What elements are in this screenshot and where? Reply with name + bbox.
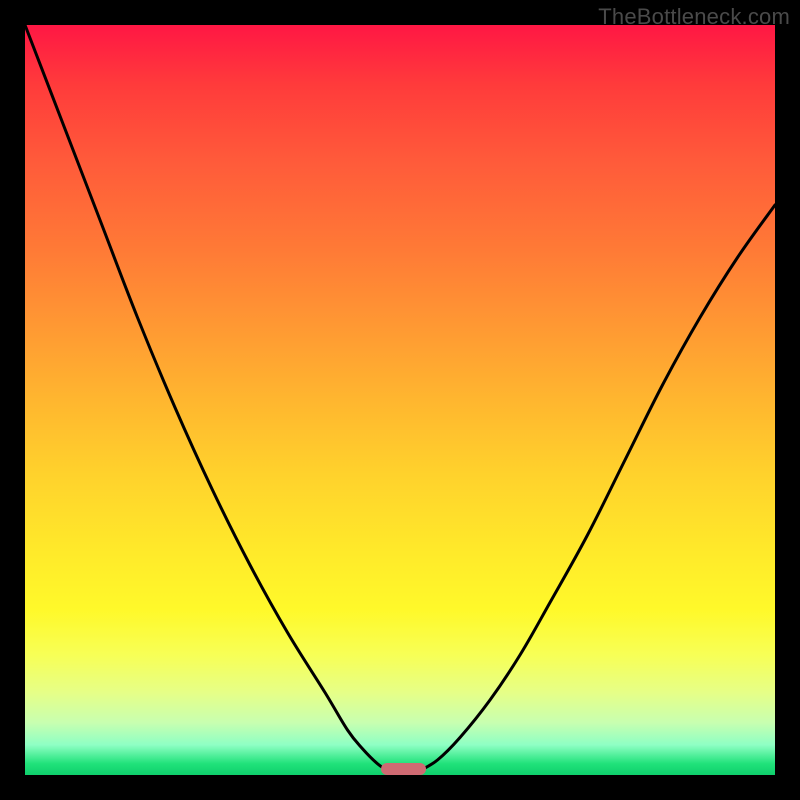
curve-left: [25, 25, 389, 771]
curve-right: [419, 205, 775, 771]
plot-area: [25, 25, 775, 775]
chart-container: TheBottleneck.com: [0, 0, 800, 800]
minimum-marker: [381, 763, 426, 775]
curve-layer: [25, 25, 775, 775]
